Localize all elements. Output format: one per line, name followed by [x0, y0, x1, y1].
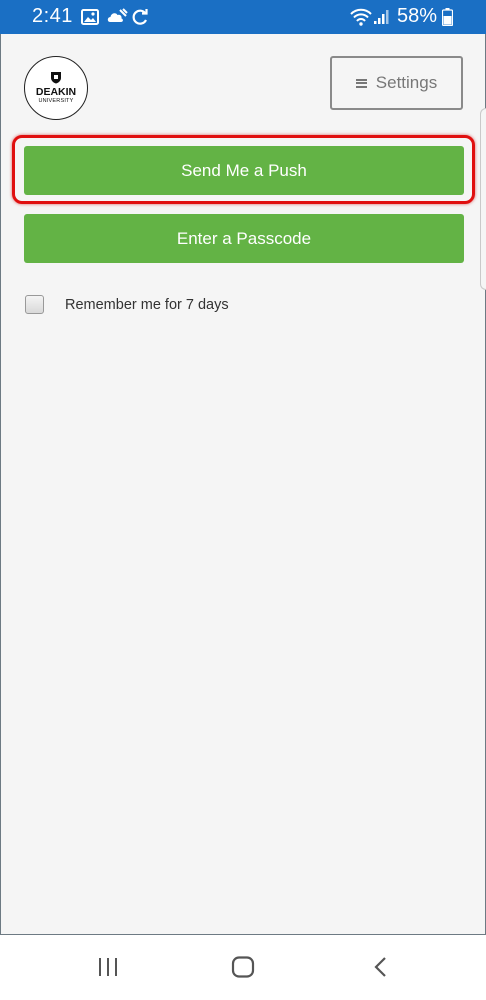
settings-button[interactable]: Settings	[330, 56, 463, 110]
send-push-button[interactable]: Send Me a Push	[24, 146, 464, 195]
signal-icon	[373, 7, 391, 27]
weather-icon	[106, 7, 128, 27]
status-bar: 2:41 58%	[0, 0, 486, 34]
deakin-logo: DEAKIN UNIVERSITY	[24, 56, 88, 120]
auth-webview: DEAKIN UNIVERSITY Settings Send Me a Pus…	[0, 34, 486, 935]
logo-name: DEAKIN	[35, 86, 77, 98]
home-icon[interactable]	[230, 953, 256, 981]
battery-icon	[442, 7, 453, 27]
logo-sub: UNIVERSITY	[38, 98, 74, 104]
remember-me-label[interactable]: Remember me for 7 days	[65, 297, 229, 313]
back-icon[interactable]	[370, 953, 390, 981]
image-icon	[81, 7, 99, 27]
enter-passcode-button[interactable]: Enter a Passcode	[24, 214, 464, 263]
status-time: 2:41	[32, 5, 73, 27]
menu-icon	[355, 78, 367, 88]
send-push-label: Send Me a Push	[181, 160, 307, 180]
settings-label: Settings	[375, 73, 438, 92]
enter-passcode-label: Enter a Passcode	[176, 228, 312, 248]
wifi-icon	[350, 7, 372, 27]
navigation-bar	[0, 935, 486, 1000]
sync-icon	[131, 7, 149, 27]
edge-panel-handle[interactable]	[480, 108, 486, 290]
remember-me-row: Remember me for 7 days	[25, 295, 229, 314]
crest-icon	[51, 72, 61, 84]
remember-me-checkbox[interactable]	[25, 295, 44, 314]
battery-percent: 58%	[397, 5, 438, 27]
recent-apps-icon[interactable]	[96, 953, 120, 981]
